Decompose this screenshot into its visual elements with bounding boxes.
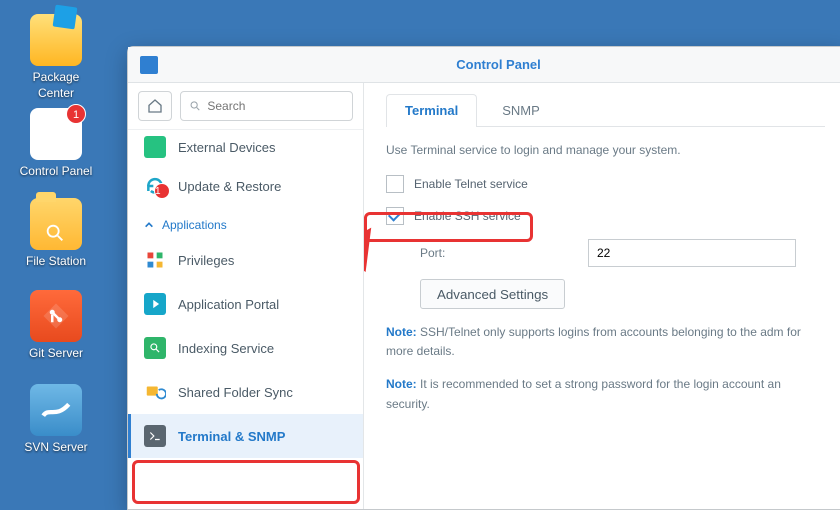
sidebar-item-label: Indexing Service	[178, 341, 274, 356]
notification-badge: 1	[154, 183, 170, 199]
sidebar-item-shared-folder-sync[interactable]: Shared Folder Sync	[128, 370, 363, 414]
desktop-icon-control-panel[interactable]: 1 Control Panel	[16, 108, 96, 180]
desktop-icon-file-station[interactable]: File Station	[16, 198, 96, 270]
note-2: Note: It is recommended to set a strong …	[386, 375, 825, 413]
desktop-icon-label: Package Center	[16, 70, 96, 101]
sidebar-item-privileges[interactable]: Privileges	[128, 238, 363, 282]
ssh-label: Enable SSH service	[414, 209, 521, 223]
ssh-checkbox[interactable]	[386, 207, 404, 225]
refresh-icon: 1	[144, 175, 166, 197]
port-input[interactable]	[588, 239, 796, 267]
sidebar-item-external-devices[interactable]: External Devices	[128, 130, 363, 164]
control-panel-icon: 1	[30, 108, 82, 160]
advanced-settings-button[interactable]: Advanced Settings	[420, 279, 565, 309]
telnet-checkbox[interactable]	[386, 175, 404, 193]
portal-icon	[144, 293, 166, 315]
chevron-up-icon	[144, 220, 154, 230]
terminal-description: Use Terminal service to login and manage…	[386, 143, 825, 157]
tab-snmp[interactable]: SNMP	[483, 94, 559, 127]
sync-icon	[144, 381, 166, 403]
device-icon	[144, 136, 166, 158]
home-button[interactable]	[138, 91, 172, 121]
sidebar-item-terminal-snmp[interactable]: Terminal & SNMP	[128, 414, 363, 458]
sidebar-section-applications[interactable]: Applications	[128, 208, 363, 238]
git-icon	[30, 290, 82, 342]
sidebar-item-label: Update & Restore	[178, 179, 281, 194]
desktop-icon-git-server[interactable]: Git Server	[16, 290, 96, 362]
desktop-icon-label: Control Panel	[16, 164, 96, 180]
search-field[interactable]	[180, 91, 353, 121]
desktop-icon-label: Git Server	[16, 346, 96, 362]
desktop-icon-package-center[interactable]: Package Center	[16, 14, 96, 101]
window-title: Control Panel	[166, 57, 831, 72]
desktop-icon-label: File Station	[16, 254, 96, 270]
port-label: Port:	[420, 246, 560, 260]
note-1: Note: SSH/Telnet only supports logins fr…	[386, 323, 825, 361]
search-icon	[189, 99, 201, 113]
sidebar-item-label: Application Portal	[178, 297, 279, 312]
enable-ssh-row[interactable]: Enable SSH service	[386, 203, 825, 229]
search-input[interactable]	[207, 99, 344, 113]
sidebar: External Devices 1 Update & Restore Appl…	[128, 83, 364, 509]
sidebar-item-application-portal[interactable]: Application Portal	[128, 282, 363, 326]
grid-icon	[144, 249, 166, 271]
window-icon	[140, 56, 158, 74]
package-icon	[30, 14, 82, 66]
tabs: Terminal SNMP	[386, 93, 825, 127]
enable-telnet-row[interactable]: Enable Telnet service	[386, 171, 825, 197]
desktop-icon-svn-server[interactable]: SVN Server	[16, 384, 96, 456]
sidebar-item-label: Terminal & SNMP	[178, 429, 285, 444]
search-index-icon	[144, 337, 166, 359]
telnet-label: Enable Telnet service	[414, 177, 528, 191]
titlebar[interactable]: Control Panel	[128, 47, 840, 83]
sidebar-section-label: Applications	[162, 218, 227, 232]
terminal-icon	[144, 425, 166, 447]
sidebar-item-label: Shared Folder Sync	[178, 385, 293, 400]
notification-badge: 1	[66, 104, 86, 124]
svn-icon	[30, 384, 82, 436]
home-icon	[147, 98, 163, 114]
control-panel-window: Control Panel External Devices	[127, 46, 840, 510]
desktop-icon-label: SVN Server	[16, 440, 96, 456]
sidebar-item-indexing-service[interactable]: Indexing Service	[128, 326, 363, 370]
content-pane: Terminal SNMP Use Terminal service to lo…	[364, 83, 840, 509]
sidebar-item-label: External Devices	[178, 140, 276, 155]
folder-icon	[30, 198, 82, 250]
tab-terminal[interactable]: Terminal	[386, 94, 477, 127]
sidebar-item-update-restore[interactable]: 1 Update & Restore	[128, 164, 363, 208]
sidebar-item-label: Privileges	[178, 253, 234, 268]
